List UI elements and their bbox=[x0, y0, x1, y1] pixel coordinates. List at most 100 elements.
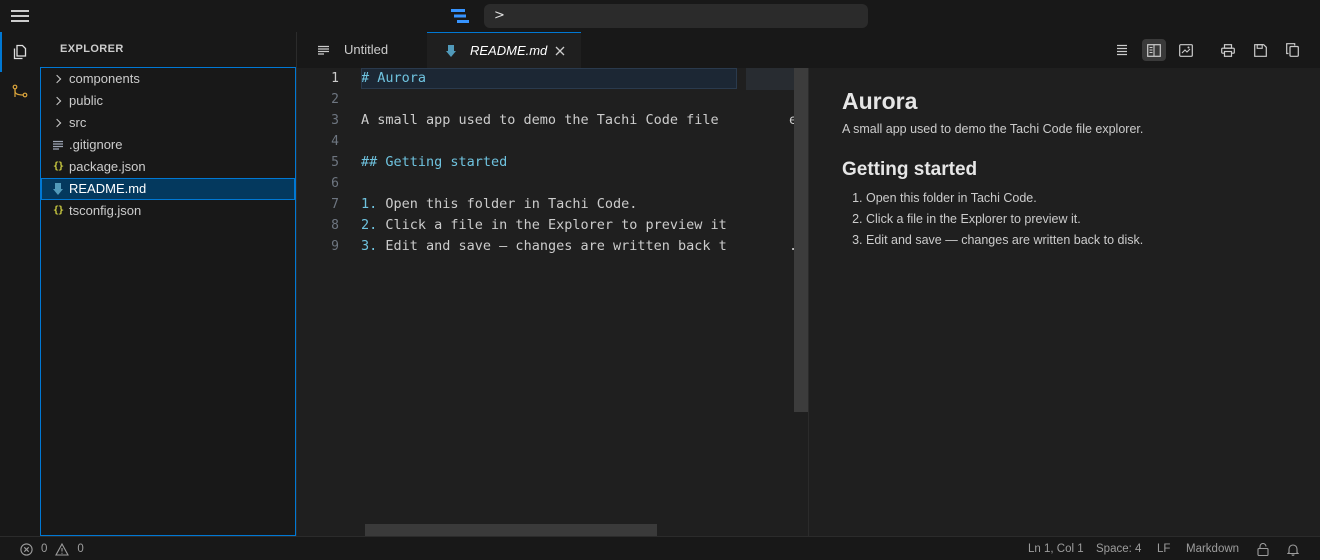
source-control-activity-button[interactable] bbox=[0, 72, 40, 112]
hamburger-menu-icon[interactable] bbox=[11, 10, 29, 22]
markdown-preview: Aurora A small app used to demo the Tach… bbox=[808, 68, 1320, 536]
line-number: 4 bbox=[331, 134, 339, 149]
files-icon bbox=[13, 44, 27, 60]
tree-item-components[interactable]: components bbox=[41, 68, 295, 90]
list-marker: 2. bbox=[361, 217, 378, 233]
code-text-overflow: . bbox=[789, 236, 797, 257]
code-text: Open this folder in Tachi Code. bbox=[377, 196, 638, 212]
close-icon[interactable] bbox=[553, 33, 567, 69]
tree-item-public[interactable]: public bbox=[41, 90, 295, 112]
print-icon[interactable] bbox=[1216, 39, 1240, 61]
tab-label: Untitled bbox=[344, 42, 389, 57]
line-numbers: 1 2 3 4 5 6 7 8 9 bbox=[297, 68, 347, 257]
tree-item-label: tsconfig.json bbox=[69, 203, 142, 218]
tree-item-src[interactable]: src bbox=[41, 112, 295, 134]
split-preview-icon[interactable] bbox=[1142, 39, 1166, 61]
save-icon[interactable] bbox=[1248, 39, 1272, 61]
tree-item-readme[interactable]: README.md bbox=[41, 178, 295, 200]
file-tree: components public src .gitignore {} pack… bbox=[40, 67, 296, 536]
json-file-icon: {} bbox=[52, 205, 64, 216]
preview-heading-1: Aurora bbox=[842, 88, 918, 114]
json-file-icon: {} bbox=[52, 161, 64, 172]
line-number: 1 bbox=[331, 71, 339, 86]
line-number: 6 bbox=[331, 176, 339, 191]
file-lines-icon bbox=[51, 134, 65, 156]
explorer-activity-button[interactable] bbox=[0, 32, 40, 72]
warning-count: 0 bbox=[77, 543, 84, 555]
code-line: 1. Open this folder in Tachi Code. bbox=[361, 194, 791, 215]
cursor-position[interactable]: Ln 1, Col 1 bbox=[1028, 537, 1084, 560]
code-text: A small app used to demo the Tachi Code … bbox=[361, 112, 719, 128]
vertical-scrollbar[interactable] bbox=[794, 68, 808, 412]
tree-item-label: public bbox=[69, 93, 103, 108]
list-marker: 1. bbox=[361, 196, 378, 212]
chevron-right-icon bbox=[51, 90, 65, 112]
line-number: 8 bbox=[331, 218, 339, 233]
status-bar: 0 0 Ln 1, Col 1 Space: 4 LF Markdown bbox=[0, 536, 1320, 560]
indentation-setting[interactable]: Space: 4 bbox=[1096, 537, 1141, 560]
code-line: 3. Edit and save — changes are written b… bbox=[361, 236, 797, 257]
code-lines: # Aurora A small app used to demo the Ta… bbox=[361, 68, 805, 257]
app-logo-icon bbox=[451, 9, 469, 23]
code-text-overflow: er bbox=[789, 110, 805, 131]
command-center-input[interactable]: > bbox=[484, 4, 868, 28]
file-lines-icon bbox=[318, 32, 329, 68]
tree-item-label: components bbox=[69, 71, 140, 86]
code-text: Click a file in the Explorer to preview … bbox=[377, 217, 727, 233]
warning-icon bbox=[55, 542, 70, 556]
line-number: 3 bbox=[331, 113, 339, 128]
copy-icon[interactable] bbox=[1280, 39, 1304, 61]
editor-tabs: Untitled README.md bbox=[297, 32, 1320, 68]
lock-icon[interactable] bbox=[1257, 537, 1269, 560]
end-of-line[interactable]: LF bbox=[1157, 537, 1170, 560]
code-line: # Aurora bbox=[361, 68, 737, 89]
error-icon bbox=[20, 542, 33, 556]
sidebar-title: EXPLORER bbox=[60, 43, 124, 55]
source-control-icon bbox=[12, 84, 28, 98]
tree-item-package-json[interactable]: {} package.json bbox=[41, 156, 295, 178]
tree-item-label: src bbox=[69, 115, 87, 130]
code-line: ## Getting started bbox=[361, 154, 508, 170]
notifications-icon[interactable] bbox=[1287, 537, 1299, 560]
problems-indicator[interactable]: 0 0 bbox=[20, 537, 84, 560]
list-item: Edit and save — changes are written back… bbox=[866, 230, 1320, 251]
line-number: 7 bbox=[331, 197, 339, 212]
line-number: 2 bbox=[331, 92, 339, 107]
tree-item-tsconfig-json[interactable]: {} tsconfig.json bbox=[41, 200, 295, 222]
line-number: 5 bbox=[331, 155, 339, 170]
preview-paragraph: A small app used to demo the Tachi Code … bbox=[842, 122, 1144, 136]
tree-item-label: .gitignore bbox=[69, 137, 123, 152]
title-bar: > bbox=[0, 0, 1320, 32]
show-source-icon[interactable] bbox=[1110, 39, 1134, 61]
code-line: A small app used to demo the Tachi Code … bbox=[361, 110, 805, 131]
open-preview-icon[interactable] bbox=[1174, 39, 1198, 61]
markdown-file-icon bbox=[446, 33, 456, 69]
language-mode[interactable]: Markdown bbox=[1186, 537, 1239, 560]
markdown-file-icon bbox=[51, 178, 65, 200]
horizontal-scrollbar[interactable] bbox=[365, 524, 657, 536]
explorer-sidebar: EXPLORER components public src .gitignor… bbox=[40, 32, 297, 536]
tab-readme[interactable]: README.md bbox=[427, 32, 581, 68]
activity-bar bbox=[0, 32, 40, 536]
list-item: Open this folder in Tachi Code. bbox=[866, 188, 1320, 209]
minimap[interactable] bbox=[746, 68, 794, 90]
error-count: 0 bbox=[41, 543, 48, 555]
preview-heading-2: Getting started bbox=[842, 159, 978, 180]
chevron-right-icon bbox=[51, 68, 65, 90]
tree-item-gitignore[interactable]: .gitignore bbox=[41, 134, 295, 156]
tab-untitled[interactable]: Untitled bbox=[297, 32, 427, 68]
tree-item-label: package.json bbox=[69, 159, 146, 174]
code-editor[interactable]: 1 2 3 4 5 6 7 8 9 # Aurora A small app u… bbox=[297, 68, 808, 536]
chevron-right-icon bbox=[51, 112, 65, 134]
code-line: 2. Click a file in the Explorer to previ… bbox=[361, 215, 791, 236]
preview-ordered-list: Open this folder in Tachi Code. Click a … bbox=[842, 188, 1320, 251]
tree-item-label: README.md bbox=[69, 181, 147, 196]
list-item: Click a file in the Explorer to preview … bbox=[866, 209, 1320, 230]
code-text: Edit and save — changes are written back… bbox=[377, 238, 727, 254]
list-marker: 3. bbox=[361, 238, 378, 254]
line-number: 9 bbox=[331, 239, 339, 254]
tab-label: README.md bbox=[470, 43, 548, 58]
